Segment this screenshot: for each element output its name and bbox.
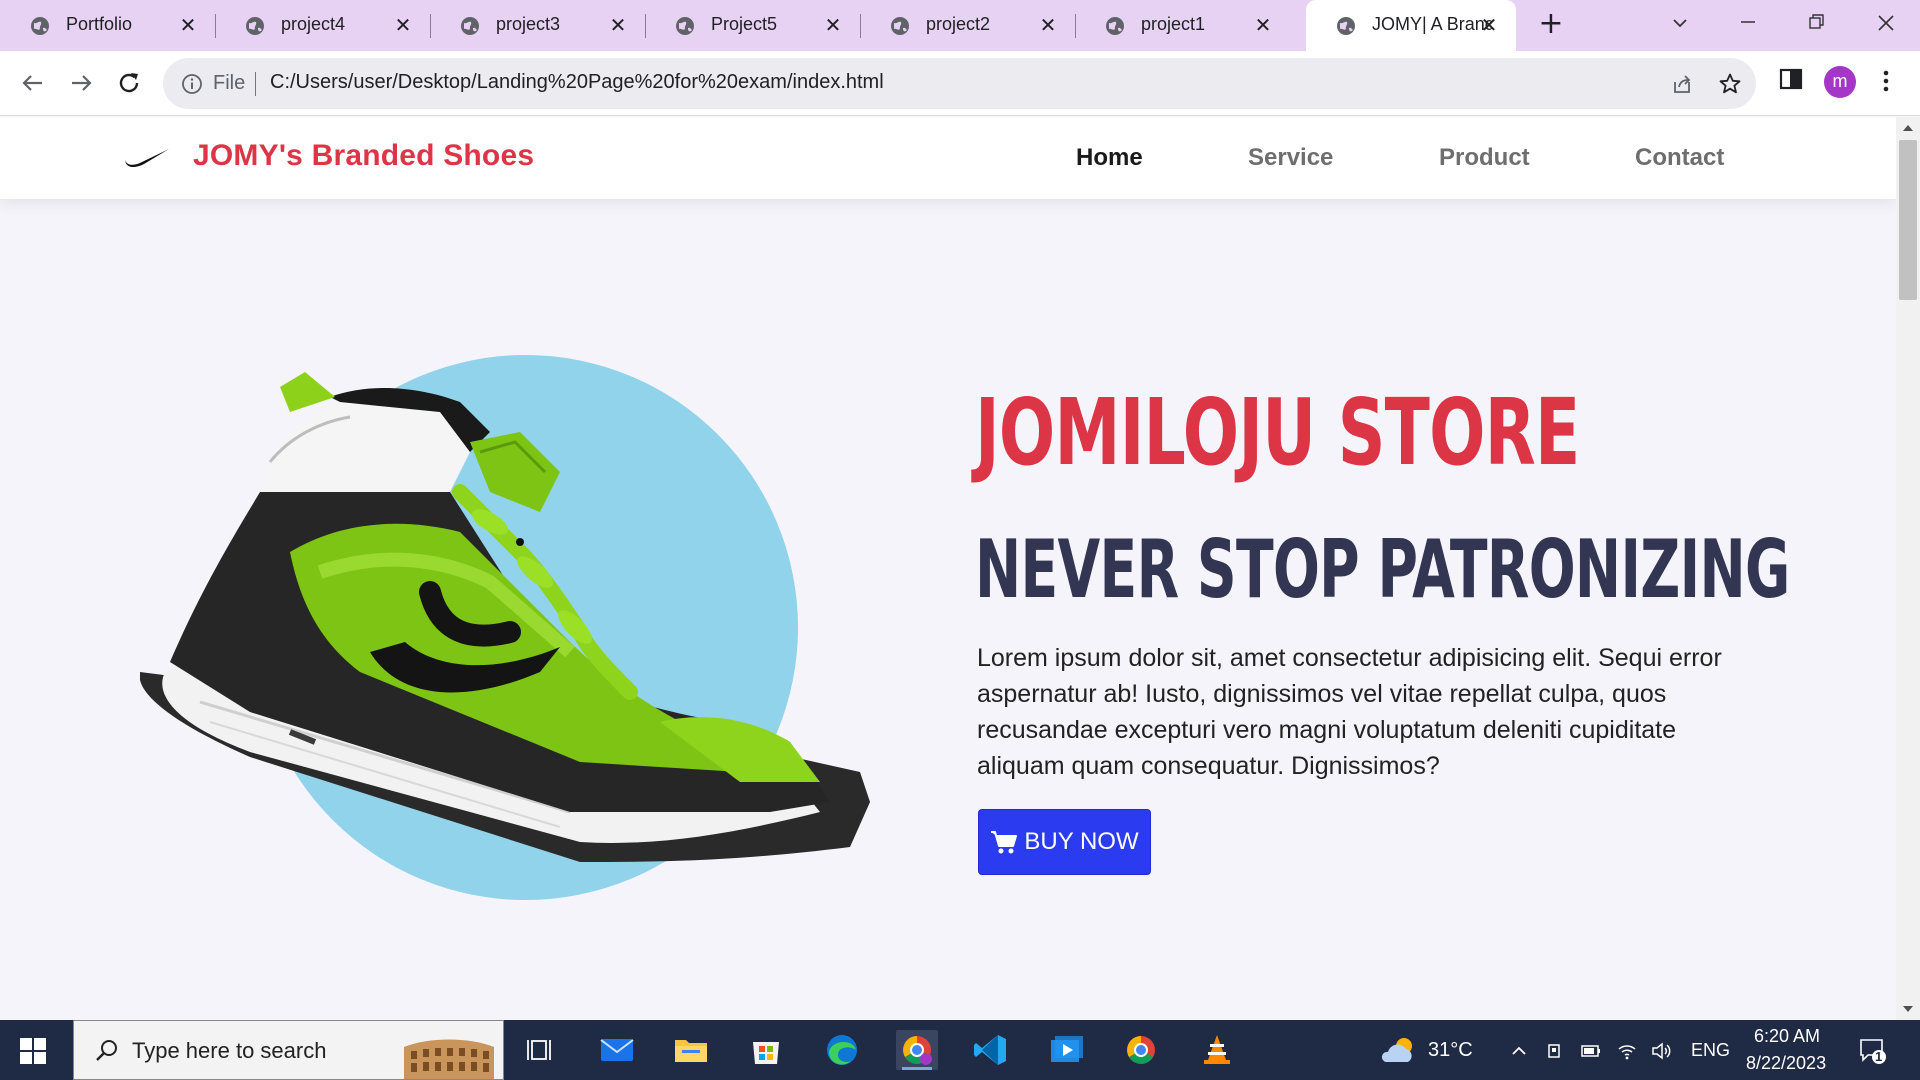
tab-close-icon[interactable]: ✕	[1253, 15, 1273, 35]
colosseum-search-highlight-icon	[404, 1039, 494, 1079]
globe-favicon-icon	[676, 17, 694, 35]
scroll-up-arrow-icon[interactable]	[1901, 123, 1915, 133]
share-icon[interactable]	[1670, 72, 1694, 96]
globe-favicon-icon	[31, 17, 49, 35]
restore-icon[interactable]	[1796, 8, 1836, 40]
volume-icon[interactable]	[1650, 1040, 1672, 1062]
tab-close-icon[interactable]: ✕	[1038, 15, 1058, 35]
search-icon	[96, 1040, 117, 1061]
wifi-icon[interactable]	[1616, 1040, 1638, 1062]
scheme-label: File	[213, 72, 246, 94]
new-tab-button[interactable]: +	[1538, 9, 1564, 39]
nike-swoosh-icon[interactable]	[124, 146, 170, 168]
globe-favicon-icon	[1106, 17, 1124, 35]
tab-close-icon[interactable]: ✕	[393, 15, 413, 35]
active-app-indicator	[902, 1067, 932, 1070]
shopping-cart-icon	[991, 831, 1018, 854]
show-hidden-icons-chevron-icon[interactable]	[1508, 1040, 1530, 1062]
tab-close-icon[interactable]: ✕	[823, 15, 843, 35]
tab-close-icon[interactable]: ✕	[178, 15, 198, 35]
browser-tab-2[interactable]: project3 ✕	[430, 0, 645, 51]
notification-center-icon[interactable]	[1858, 1036, 1888, 1066]
edge-browser-icon[interactable]	[821, 1030, 863, 1070]
media-player-icon[interactable]	[1045, 1030, 1087, 1070]
buy-now-label: BUY NOW	[1024, 828, 1139, 855]
windows-taskbar: Type here to search 31°C ENG 6:20 AM 8/2…	[0, 1020, 1920, 1080]
chrome-m-profile-icon	[903, 1036, 932, 1065]
hero-title: JOMILOJU STORE	[975, 379, 1580, 486]
browser-tab-title: project1	[1141, 14, 1206, 34]
browser-tab-0[interactable]: Portfolio ✕	[0, 0, 215, 51]
globe-favicon-icon	[246, 17, 264, 35]
back-arrow-icon[interactable]	[18, 68, 48, 98]
weather-temperature[interactable]: 31°C	[1428, 1039, 1473, 1062]
browser-tab-strip: Portfolio ✕ project4 ✕ project3 ✕ Project5 ✕ pro…	[0, 0, 1920, 51]
taskbar-search-box[interactable]: Type here to search	[73, 1020, 504, 1080]
tab-close-icon[interactable]: ✕	[1479, 15, 1499, 35]
browser-tab-4[interactable]: project2 ✕	[860, 0, 1075, 51]
globe-favicon-icon	[461, 17, 479, 35]
notification-count: 1	[1875, 1049, 1883, 1064]
browser-toolbar: File C:/Users/user/Desktop/Landing%20Pag…	[0, 51, 1920, 116]
microsoft-store-icon[interactable]	[745, 1030, 787, 1070]
scrollbar-thumb[interactable]	[1899, 140, 1917, 300]
forward-arrow-icon[interactable]	[66, 68, 96, 98]
hero-description: Lorem ipsum dolor sit, amet consectetur …	[977, 644, 1722, 780]
tab-search-chevron-icon[interactable]	[1660, 8, 1700, 40]
battery-icon[interactable]	[1580, 1040, 1602, 1062]
nav-home[interactable]: Home	[1076, 144, 1143, 172]
browser-tab-title: project2	[926, 14, 991, 34]
tab-close-icon[interactable]: ✕	[608, 15, 628, 35]
weather-cloud-icon[interactable]	[1378, 1034, 1418, 1066]
site-info-icon[interactable]	[181, 73, 203, 95]
meet-now-icon[interactable]	[1544, 1040, 1566, 1062]
nav-service[interactable]: Service	[1248, 144, 1333, 172]
browser-tab-1[interactable]: project4 ✕	[215, 0, 430, 51]
side-panel-icon[interactable]	[1778, 66, 1804, 92]
site-header: JOMY's Branded Shoes Home Service Produc…	[0, 117, 1896, 199]
globe-favicon-icon	[1337, 17, 1355, 35]
minimize-icon[interactable]	[1728, 8, 1768, 40]
browser-tab-title: project4	[281, 14, 346, 34]
hero-subtitle: NEVER STOP PATRONIZING	[975, 523, 1790, 616]
search-placeholder: Type here to search	[132, 1038, 327, 1063]
browser-tab-title: project3	[496, 14, 561, 34]
browser-tab-title: Project5	[711, 14, 778, 34]
browser-tab-6[interactable]: JOMY| A Brand ✕	[1306, 0, 1516, 51]
scroll-down-arrow-icon[interactable]	[1901, 1004, 1915, 1014]
globe-favicon-icon	[891, 17, 909, 35]
address-bar[interactable]: File C:/Users/user/Desktop/Landing%20Pag…	[163, 58, 1756, 109]
nav-product[interactable]: Product	[1439, 144, 1530, 172]
windows-start-icon[interactable]	[20, 1038, 46, 1064]
chrome-browser-icon[interactable]	[1120, 1030, 1162, 1070]
chrome-profile-app[interactable]	[896, 1030, 938, 1070]
buy-now-button[interactable]: BUY NOW	[978, 809, 1151, 875]
page-viewport: JOMY's Branded Shoes Home Service Produc…	[0, 117, 1896, 1020]
omnibox-divider	[255, 72, 256, 96]
mail-app-icon[interactable]	[596, 1030, 638, 1070]
nav-contact[interactable]: Contact	[1635, 144, 1724, 172]
vlc-player-icon[interactable]	[1196, 1030, 1238, 1070]
browser-tab-3[interactable]: Project5 ✕	[645, 0, 860, 51]
input-language[interactable]: ENG	[1691, 1040, 1730, 1061]
vscode-icon[interactable]	[970, 1030, 1012, 1070]
profile-avatar[interactable]: m	[1824, 66, 1856, 98]
clock-date[interactable]: 8/22/2023	[1746, 1053, 1826, 1074]
green-sneaker-image	[140, 372, 870, 862]
task-view-icon[interactable]	[520, 1030, 562, 1070]
reload-icon[interactable]	[114, 68, 144, 98]
bookmark-star-icon[interactable]	[1718, 72, 1742, 96]
clock-time[interactable]: 6:20 AM	[1754, 1026, 1820, 1047]
browser-menu-icon[interactable]	[1876, 66, 1896, 96]
browser-tab-title: JOMY| A Brand	[1372, 14, 1492, 34]
file-explorer-icon[interactable]	[670, 1030, 712, 1070]
browser-tab-5[interactable]: project1 ✕	[1075, 0, 1290, 51]
close-window-icon[interactable]	[1866, 8, 1906, 40]
browser-tab-title: Portfolio	[66, 14, 133, 34]
brand-name[interactable]: JOMY's Branded Shoes	[193, 139, 534, 173]
url-text[interactable]: C:/Users/user/Desktop/Landing%20Page%20f…	[270, 71, 884, 94]
